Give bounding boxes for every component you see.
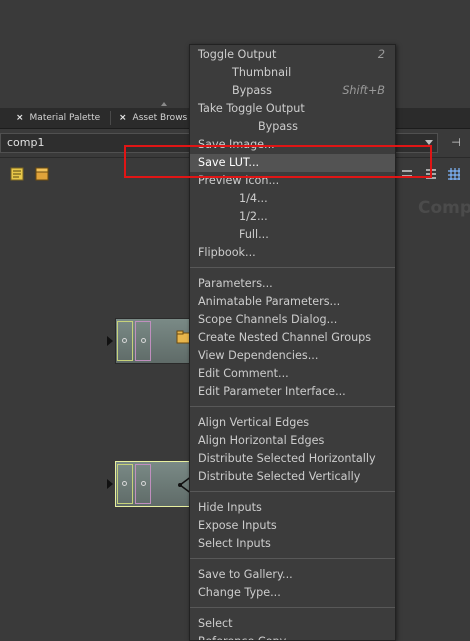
menu-item-save-image[interactable]: Save Image... [190, 136, 395, 154]
menu-item-take-bypass[interactable]: Bypass [190, 118, 395, 136]
menu-item-bypass[interactable]: Bypass Shift+B [190, 82, 395, 100]
menu-item-align-horizontal[interactable]: Align Horizontal Edges [190, 432, 395, 450]
node-body[interactable] [115, 461, 197, 507]
comp-node[interactable] [107, 318, 197, 364]
chevron-down-icon[interactable] [425, 140, 433, 145]
menu-item-shortcut: Shift+B [342, 84, 385, 97]
menu-item-label: Distribute Selected Horizontally [198, 452, 376, 465]
menu-item-align-vertical[interactable]: Align Vertical Edges [190, 414, 395, 432]
menu-item-expose-inputs[interactable]: Expose Inputs [190, 517, 395, 535]
sticky-note-icon[interactable] [10, 167, 24, 181]
menu-item-save-lut[interactable]: Save LUT... [190, 154, 395, 172]
menu-separator [190, 491, 395, 492]
connector-dot [122, 481, 127, 486]
tab-asset-browser[interactable]: × Asset Brows [119, 110, 187, 127]
close-icon[interactable]: × [119, 113, 127, 123]
menu-separator [190, 267, 395, 268]
menu-item-label: Expose Inputs [198, 519, 277, 532]
menu-item-full[interactable]: Full... [190, 226, 395, 244]
network-type-watermark: Comp [418, 198, 470, 218]
close-icon[interactable]: × [16, 113, 24, 123]
menu-item-shortcut: 2 [377, 48, 385, 61]
menu-item-hide-inputs[interactable]: Hide Inputs [190, 499, 395, 517]
menu-item-select-inputs[interactable]: Select Inputs [190, 535, 395, 553]
menu-item-preview-icon[interactable]: Preview Icon... [190, 172, 395, 190]
tab-material-palette[interactable]: × Material Palette [16, 110, 100, 127]
menu-item-label: Take Toggle Output [198, 102, 305, 115]
menu-item-label: Create Nested Channel Groups [198, 331, 372, 344]
connector-dot [141, 338, 146, 343]
tab-label: Asset Brows [132, 113, 188, 123]
connector-dot [122, 338, 127, 343]
menu-item-label: Select Inputs [198, 537, 271, 550]
layout-icon[interactable] [400, 167, 414, 181]
menu-item-label: Save to Gallery... [198, 568, 293, 581]
menu-item-distribute-horizontal[interactable]: Distribute Selected Horizontally [190, 450, 395, 468]
grid-icon[interactable] [447, 167, 461, 181]
menu-item-label: Distribute Selected Vertically [198, 470, 361, 483]
menu-item-label: Select [198, 617, 233, 630]
path-text: comp1 [7, 136, 45, 149]
menu-item-reference-copy[interactable]: Reference Copy [190, 633, 395, 640]
tab-label: Material Palette [29, 113, 101, 123]
menu-item-label: Animatable Parameters... [198, 295, 341, 308]
menu-item-label: Preview Icon... [198, 174, 280, 187]
menu-item-parameters[interactable]: Parameters... [190, 275, 395, 293]
network-box-icon[interactable] [35, 167, 49, 181]
menu-item-label: Align Vertical Edges [198, 416, 310, 429]
snap-icon[interactable] [424, 167, 438, 181]
pin-icon[interactable]: ⊣ [446, 134, 466, 152]
pane-resize-handle[interactable] [161, 102, 167, 106]
menu-item-toggle-output[interactable]: Toggle Output 2 [190, 46, 395, 64]
input-arrow-icon [107, 336, 113, 346]
menu-item-label: Change Type... [198, 586, 281, 599]
menu-item-quarter[interactable]: 1/4... [190, 190, 395, 208]
menu-item-label: Save Image... [198, 138, 275, 151]
menu-item-label: View Dependencies... [198, 349, 319, 362]
menu-item-label: Parameters... [198, 277, 273, 290]
menu-item-flipbook[interactable]: Flipbook... [190, 244, 395, 262]
menu-item-label: 1/2... [239, 210, 268, 223]
menu-item-take-toggle-output[interactable]: Take Toggle Output [190, 100, 395, 118]
menu-item-distribute-vertical[interactable]: Distribute Selected Vertically [190, 468, 395, 486]
context-menu: Toggle Output 2 Thumbnail Bypass Shift+B T… [189, 44, 396, 641]
menu-item-label: Toggle Output [198, 48, 277, 61]
menu-item-label: Thumbnail [232, 66, 292, 79]
menu-item-label: Scope Channels Dialog... [198, 313, 338, 326]
input-arrow-icon [107, 479, 113, 489]
menu-item-animatable-parameters[interactable]: Animatable Parameters... [190, 293, 395, 311]
menu-item-change-type[interactable]: Change Type... [190, 584, 395, 602]
menu-separator [190, 558, 395, 559]
comp-node-selected[interactable] [107, 461, 197, 507]
tab-divider [110, 111, 111, 125]
menu-item-label: Hide Inputs [198, 501, 262, 514]
menu-item-label: Edit Parameter Interface... [198, 385, 346, 398]
menu-item-label: Bypass [232, 84, 272, 97]
menu-item-label: Align Horizontal Edges [198, 434, 325, 447]
menu-item-scope-channels[interactable]: Scope Channels Dialog... [190, 311, 395, 329]
menu-item-label: Flipbook... [198, 246, 256, 259]
menu-item-label: Full... [239, 228, 269, 241]
menu-item-thumbnail[interactable]: Thumbnail [190, 64, 395, 82]
menu-item-nested-channel-groups[interactable]: Create Nested Channel Groups [190, 329, 395, 347]
menu-item-view-dependencies[interactable]: View Dependencies... [190, 347, 395, 365]
menu-item-label: Edit Comment... [198, 367, 289, 380]
menu-item-label: 1/4... [239, 192, 268, 205]
menu-separator [190, 607, 395, 608]
menu-item-edit-parameter-interface[interactable]: Edit Parameter Interface... [190, 383, 395, 401]
menu-item-label: Save LUT... [198, 156, 260, 169]
menu-item-edit-comment[interactable]: Edit Comment... [190, 365, 395, 383]
connector-dot [141, 481, 146, 486]
menu-item-label: Reference Copy [198, 633, 286, 640]
menu-item-half[interactable]: 1/2... [190, 208, 395, 226]
menu-item-select[interactable]: Select [190, 615, 395, 633]
menu-item-label: Bypass [258, 120, 298, 133]
node-body[interactable] [115, 318, 197, 364]
menu-item-save-to-gallery[interactable]: Save to Gallery... [190, 566, 395, 584]
menu-separator [190, 406, 395, 407]
